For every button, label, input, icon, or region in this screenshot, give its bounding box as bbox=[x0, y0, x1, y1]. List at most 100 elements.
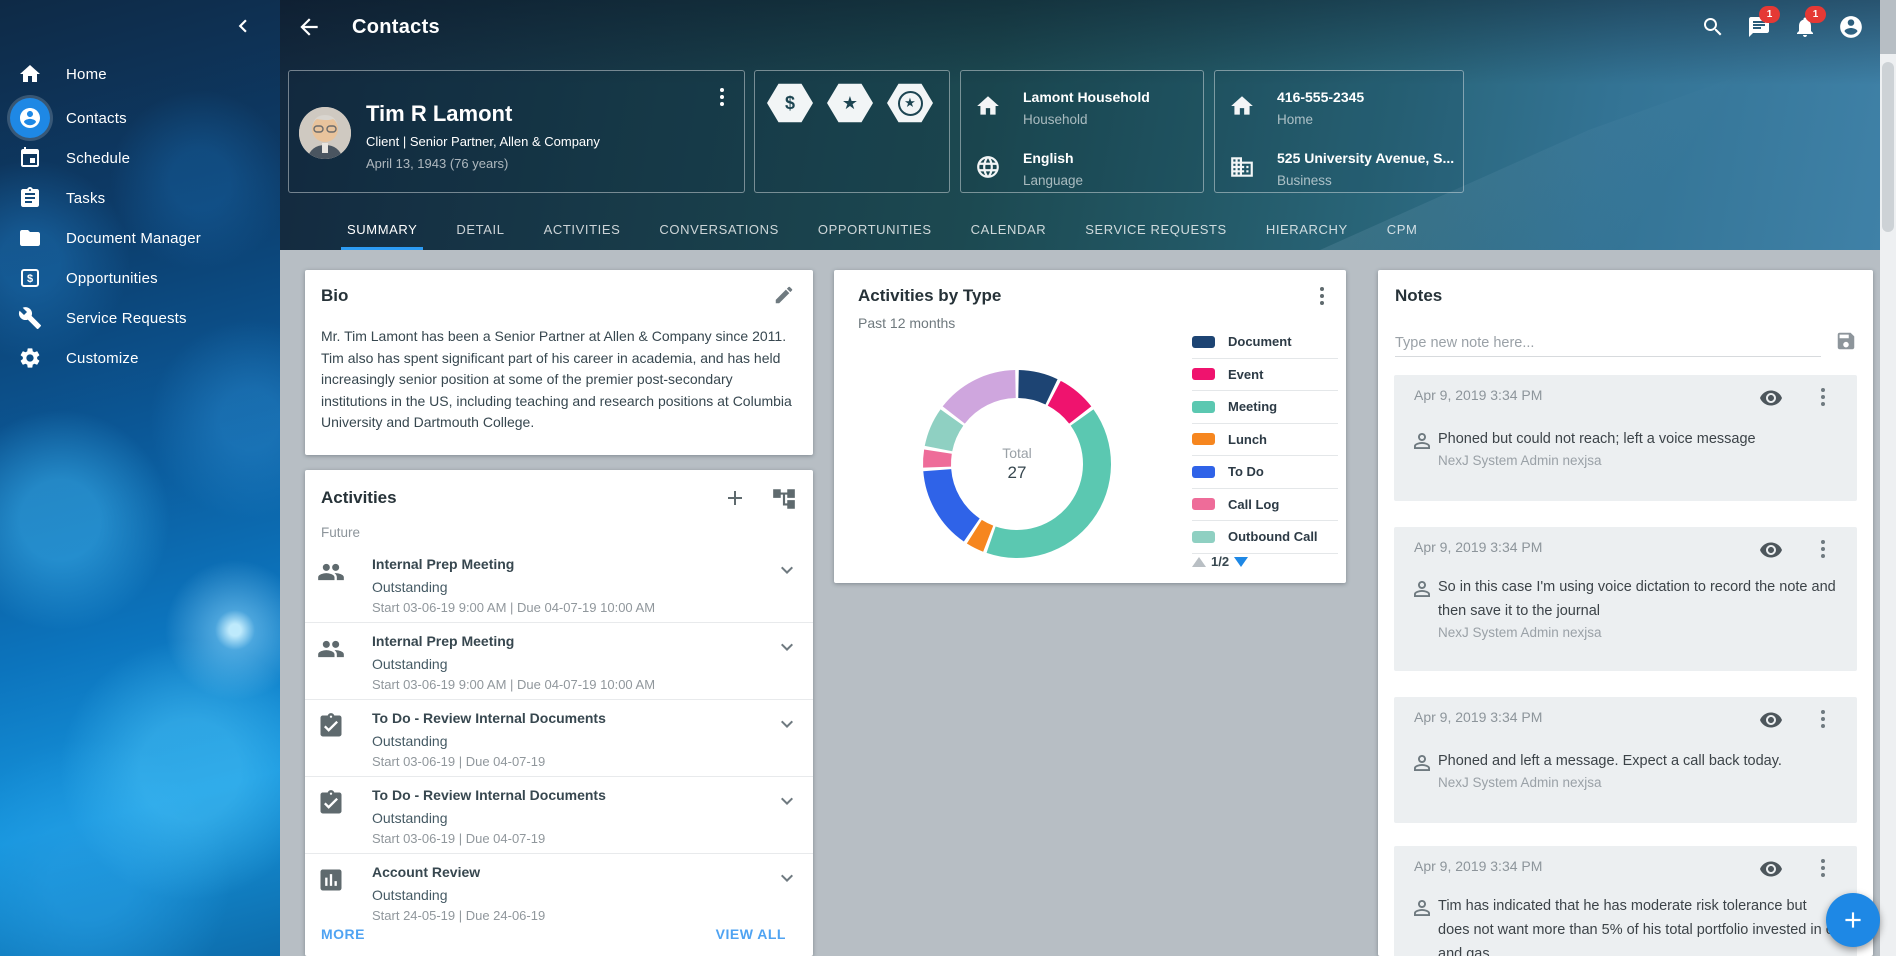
legend-label: Outbound Call bbox=[1228, 529, 1318, 544]
notes-title: Notes bbox=[1395, 286, 1442, 306]
tab-calendar[interactable]: CALENDAR bbox=[969, 208, 1049, 250]
note-menu-button[interactable] bbox=[1811, 856, 1835, 880]
donut-segment-call-log[interactable] bbox=[923, 449, 952, 467]
note-card: Apr 9, 2019 3:34 PMPhoned and left a mes… bbox=[1394, 697, 1857, 823]
meeting-people-icon bbox=[317, 558, 345, 586]
donut-segment-other[interactable] bbox=[943, 370, 1016, 424]
bio-card: Bio Mr. Tim Lamont has been a Senior Par… bbox=[305, 270, 813, 455]
star-badge-icon[interactable]: ★ bbox=[827, 83, 873, 123]
sidebar-item-tasks[interactable]: Tasks bbox=[0, 178, 280, 218]
tab-detail[interactable]: DETAIL bbox=[454, 208, 506, 250]
note-menu-button[interactable] bbox=[1811, 537, 1835, 561]
building-icon bbox=[1229, 154, 1255, 180]
activities-group-label: Future bbox=[321, 525, 360, 540]
activity-row[interactable]: Internal Prep MeetingOutstandingStart 03… bbox=[305, 623, 813, 700]
sidebar-item-opportunities[interactable]: $Opportunities bbox=[0, 258, 280, 298]
chevron-down-icon[interactable] bbox=[775, 712, 799, 736]
add-note-fab[interactable] bbox=[1826, 893, 1880, 947]
legend-item-call-log[interactable]: Call Log bbox=[1192, 489, 1338, 522]
legend-label: Event bbox=[1228, 367, 1263, 382]
tab-cpm[interactable]: CPM bbox=[1385, 208, 1420, 250]
circled-star-badge-icon[interactable]: ★ bbox=[887, 83, 933, 123]
activity-row[interactable]: To Do - Review Internal DocumentsOutstan… bbox=[305, 777, 813, 854]
search-button[interactable] bbox=[1690, 0, 1736, 54]
note-visibility-button[interactable] bbox=[1759, 708, 1783, 732]
contact-field-row[interactable]: 525 University Avenue, S...Business bbox=[1215, 142, 1463, 194]
note-visibility-button[interactable] bbox=[1759, 538, 1783, 562]
service-requests-icon bbox=[10, 298, 50, 338]
view-all-button[interactable]: VIEW ALL bbox=[716, 926, 786, 942]
contact-menu-button[interactable] bbox=[710, 85, 734, 109]
tab-activities[interactable]: ACTIVITIES bbox=[542, 208, 623, 250]
chevron-down-icon[interactable] bbox=[775, 866, 799, 890]
legend-item-outbound-call[interactable]: Outbound Call bbox=[1192, 521, 1338, 554]
chevron-down-icon[interactable] bbox=[775, 789, 799, 813]
tab-opportunities[interactable]: OPPORTUNITIES bbox=[816, 208, 934, 250]
contact-field-row[interactable]: Lamont HouseholdHousehold bbox=[961, 81, 1203, 133]
add-activity-button[interactable] bbox=[723, 486, 749, 512]
back-button[interactable] bbox=[296, 14, 322, 40]
activity-row[interactable]: To Do - Review Internal DocumentsOutstan… bbox=[305, 700, 813, 777]
legend-item-lunch[interactable]: Lunch bbox=[1192, 424, 1338, 457]
sidebar-item-contacts[interactable]: Contacts bbox=[0, 98, 280, 138]
activity-row[interactable]: Internal Prep MeetingOutstandingStart 03… bbox=[305, 546, 813, 623]
legend-page-down-icon[interactable] bbox=[1234, 557, 1248, 567]
sidebar-item-home[interactable]: Home bbox=[0, 54, 280, 94]
tab-service-requests[interactable]: SERVICE REQUESTS bbox=[1083, 208, 1229, 250]
legend-page-up-icon[interactable] bbox=[1192, 557, 1206, 567]
contact-birthdate: April 13, 1943 (76 years) bbox=[366, 156, 508, 171]
legend-item-to-do[interactable]: To Do bbox=[1192, 456, 1338, 489]
conversations-button[interactable]: 1 bbox=[1736, 0, 1782, 54]
note-menu-button[interactable] bbox=[1811, 385, 1835, 409]
field-primary: Lamont Household bbox=[1023, 89, 1150, 105]
pencil-icon bbox=[773, 284, 797, 306]
chart-menu-button[interactable] bbox=[1310, 284, 1334, 308]
field-secondary: Home bbox=[1277, 112, 1313, 127]
note-menu-button[interactable] bbox=[1811, 707, 1835, 731]
bio-edit-button[interactable] bbox=[773, 284, 797, 308]
sidebar-item-document-manager[interactable]: Document Manager bbox=[0, 218, 280, 258]
donut-segment-to-do[interactable] bbox=[923, 469, 979, 541]
contact-name: Tim R Lamont bbox=[366, 101, 512, 127]
activity-row[interactable]: Account ReviewOutstandingStart 24-05-19 … bbox=[305, 854, 813, 930]
legend-label: Lunch bbox=[1228, 432, 1267, 447]
sidebar-item-service-requests[interactable]: Service Requests bbox=[0, 298, 280, 338]
chevron-down-icon[interactable] bbox=[775, 558, 799, 582]
chevron-down-icon[interactable] bbox=[775, 635, 799, 659]
donut-segment-meeting[interactable] bbox=[987, 409, 1111, 558]
legend-item-document[interactable]: Document bbox=[1192, 326, 1338, 359]
tab-conversations[interactable]: CONVERSATIONS bbox=[657, 208, 781, 250]
note-card: Apr 9, 2019 3:34 PMPhoned but could not … bbox=[1394, 375, 1857, 501]
tab-hierarchy[interactable]: HIERARCHY bbox=[1264, 208, 1350, 250]
sidebar-item-label: Schedule bbox=[66, 150, 130, 167]
kebab-icon bbox=[710, 85, 734, 109]
sidebar-item-schedule[interactable]: Schedule bbox=[0, 138, 280, 178]
dollar-badge-icon[interactable]: $ bbox=[767, 83, 813, 123]
app-bar: Contacts 1 1 bbox=[280, 0, 1880, 54]
more-button[interactable]: MORE bbox=[321, 926, 365, 942]
legend-swatch bbox=[1192, 466, 1215, 478]
legend-item-event[interactable]: Event bbox=[1192, 359, 1338, 392]
contact-summary-card: Tim R Lamont Client | Senior Partner, Al… bbox=[288, 70, 745, 193]
contact-field-row[interactable]: 416-555-2345Home bbox=[1215, 81, 1463, 133]
chart-title: Activities by Type bbox=[858, 286, 1001, 306]
save-note-button[interactable] bbox=[1835, 330, 1859, 354]
bio-text: Mr. Tim Lamont has been a Senior Partner… bbox=[321, 326, 795, 434]
save-icon bbox=[1835, 330, 1859, 352]
contact-field-row[interactable]: EnglishLanguage bbox=[961, 142, 1203, 194]
note-timestamp: Apr 9, 2019 3:34 PM bbox=[1414, 539, 1542, 555]
field-primary: 525 University Avenue, S... bbox=[1277, 150, 1454, 166]
tab-summary[interactable]: SUMMARY bbox=[345, 208, 419, 250]
search-icon bbox=[1701, 15, 1725, 39]
sidebar-collapse-button[interactable] bbox=[230, 13, 256, 39]
profile-button[interactable] bbox=[1828, 0, 1874, 54]
household-card: Lamont HouseholdHousehold EnglishLanguage bbox=[960, 70, 1204, 193]
scrollbar-thumb[interactable] bbox=[1882, 62, 1894, 232]
sidebar-item-customize[interactable]: Customize bbox=[0, 338, 280, 378]
hierarchy-view-button[interactable] bbox=[771, 486, 799, 514]
new-note-input[interactable]: Type new note here... bbox=[1395, 330, 1821, 357]
notifications-button[interactable]: 1 bbox=[1782, 0, 1828, 54]
legend-item-meeting[interactable]: Meeting bbox=[1192, 391, 1338, 424]
note-visibility-button[interactable] bbox=[1759, 386, 1783, 410]
note-visibility-button[interactable] bbox=[1759, 857, 1783, 881]
